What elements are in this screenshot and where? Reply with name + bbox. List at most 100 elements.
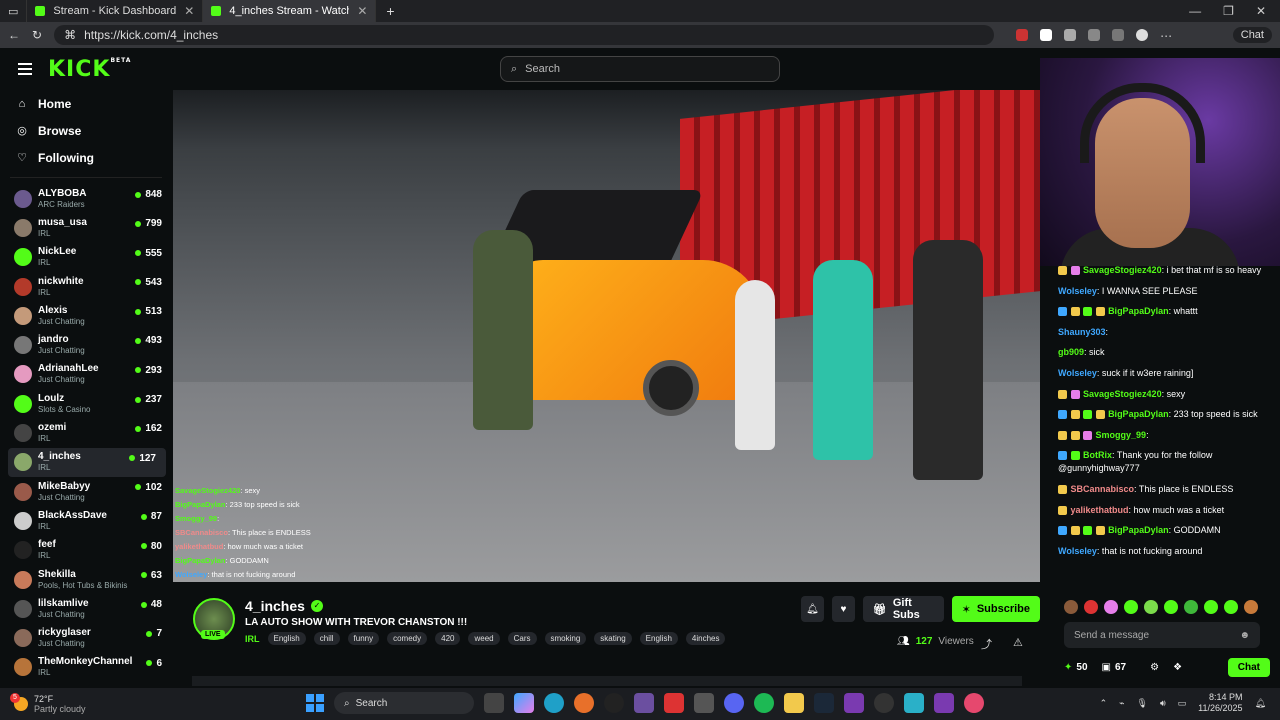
network-icon[interactable]: ⌁ [1119,698,1124,709]
app-icon[interactable] [874,693,894,713]
browser-tab-pinned[interactable]: ▭ [0,0,28,22]
chevron-up-icon[interactable]: ⌃ [1100,698,1108,709]
stream-tag[interactable]: English [639,632,678,645]
chat-username[interactable]: Wolseley [1058,368,1097,378]
chat-username[interactable]: yalikethatbud [1071,505,1129,515]
weather-widget[interactable]: 5 72°F Partly cloudy [0,693,200,714]
chat-username[interactable]: Shauny303 [1058,327,1106,337]
share-icon[interactable]: ⤴ [981,636,992,652]
profile-icon[interactable] [1136,29,1149,41]
chat-username[interactable]: SavageStogiez420 [1083,389,1162,399]
emote-icon[interactable] [1224,600,1238,614]
stream-tag[interactable]: weed [468,632,500,645]
sidebar-channel[interactable]: lilskamlive Just Chatting 48 [0,594,172,623]
sidebar-channel[interactable]: BlackAssDave IRL 87 [0,506,172,535]
emote-icon[interactable] [1104,600,1118,614]
extension-icon[interactable] [1016,29,1029,41]
extension-icon[interactable] [1064,29,1077,41]
map-pin-icon[interactable] [964,693,984,713]
report-icon[interactable]: ⚠ [1013,636,1023,649]
stream-tag[interactable]: 420 [435,632,461,645]
sidebar-channel[interactable]: NickLee IRL 555 [0,243,172,272]
sidebar-channel[interactable]: TheMonkeyChannel IRL 6 [0,653,172,682]
chat-username[interactable]: Smoggy_99 [1096,430,1147,440]
extension-icon[interactable] [1088,29,1101,41]
url-field[interactable]: ⌘ https://kick.com/4_inches [54,25,995,45]
emote-icon[interactable] [1064,600,1078,614]
new-tab-button[interactable]: + [376,3,404,19]
emote-icon[interactable] [1144,600,1158,614]
extension-icon[interactable] [1040,29,1053,41]
task-view-icon[interactable] [484,693,504,713]
chat-username[interactable]: gb909 [1058,347,1084,357]
sidebar-channel[interactable]: rickyglaser Just Chatting 7 [0,623,172,652]
sidebar-channel[interactable]: Loulz Slots & Casino 237 [0,389,172,418]
stream-tag[interactable]: smoking [544,632,587,645]
nav-browse[interactable]: ◎ Browse [0,117,172,144]
chat-username[interactable]: BigPapaDylan [1108,409,1169,419]
chat-stat[interactable]: ▣ 67 [1102,662,1127,673]
obs-icon[interactable] [604,693,624,713]
channel-points[interactable]: ✦ 50 [1064,662,1088,673]
stream-tag[interactable]: Cars [507,632,537,645]
sidebar-channel[interactable]: feef IRL 80 [0,536,172,565]
chat-username[interactable]: BigPapaDylan [1108,525,1169,535]
menu-icon[interactable] [18,63,32,75]
mic-icon[interactable]: 🎙︎ [1137,698,1148,709]
emote-icon[interactable] [1184,600,1198,614]
chat-username[interactable]: BigPapaDylan [1108,306,1169,316]
sidebar-channel[interactable]: AdrianahLee Just Chatting 293 [0,360,172,389]
fx-icon[interactable] [934,693,954,713]
app-icon[interactable] [844,693,864,713]
chat-username[interactable]: BotRix [1083,450,1112,460]
chat-username[interactable]: Wolseley [1058,286,1097,296]
notification-bell-button[interactable]: 🔔︎ [801,596,824,622]
start-icon[interactable] [306,694,324,712]
browser-tab-dashboard[interactable]: Stream - Kick Dashboard ✕ [27,0,204,22]
close-window-icon[interactable]: ✕ [1256,4,1266,18]
browser-tab-stream[interactable]: 4_inches Stream - Watch Live on Kick ✕ [203,0,377,22]
sidebar-channel[interactable]: musa_usa IRL 799 [0,213,172,242]
discord-icon[interactable] [724,693,744,713]
volume-icon[interactable]: 🔊︎ [1160,698,1166,709]
minimize-icon[interactable]: — [1189,4,1201,18]
stream-tag[interactable]: skating [594,632,632,645]
notifications-icon[interactable]: 🔔︎ [1255,698,1266,709]
emote-icon[interactable] [1204,600,1218,614]
search-input[interactable]: ⌕ Search [500,56,780,82]
sidebar-channel[interactable]: MikeBabyy Just Chatting 102 [0,477,172,506]
follow-button[interactable]: ♥ [831,596,855,622]
close-tab-icon[interactable]: ✕ [357,4,367,18]
reload-icon[interactable]: ↻ [32,28,42,42]
copilot-chat-button[interactable]: Chat [1232,27,1272,43]
subscribe-button[interactable]: ✶ Subscribe [951,596,1041,622]
favorites-icon[interactable] [1112,29,1125,41]
stream-tag[interactable]: chill [313,632,340,645]
restore-icon[interactable]: ❐ [1223,4,1234,18]
emote-icon[interactable] [1244,600,1258,614]
nav-home[interactable]: ⌂ Home [0,90,172,117]
send-chat-button[interactable]: Chat [1227,657,1270,677]
nav-following[interactable]: ♡ Following [0,144,172,171]
stream-tag[interactable]: comedy [387,632,428,645]
sidebar-channel[interactable]: jandro Just Chatting 493 [0,330,172,359]
app-icon[interactable] [904,693,924,713]
video-player[interactable]: SavageStogiez420: sexy BigPapaDylan: 233… [173,90,1040,582]
folder-icon[interactable] [784,693,804,713]
sidebar-channel[interactable]: 4_inches IRL 127 [8,447,166,477]
emote-icon[interactable] [1124,600,1138,614]
spotify-icon[interactable] [754,693,774,713]
sidebar-channel[interactable]: Alexis Just Chatting 513 [0,301,172,330]
emoji-icon[interactable]: ☻ [1239,630,1250,641]
sidebar-channel[interactable]: ozemi IRL 162 [0,418,172,447]
chat-username[interactable]: SavageStogiez420 [1083,265,1162,275]
taskbar-search[interactable]: ⌕ Search [334,692,474,714]
emote-icon[interactable] [1164,600,1178,614]
gift-subs-button[interactable]: 🎁︎ Gift Subs [862,596,944,622]
stream-tag[interactable]: English [267,632,306,645]
emote-picker-icon[interactable]: ❖ [1173,662,1182,673]
battery-icon[interactable]: ▭ [1178,698,1187,709]
sidebar-channel[interactable]: Shekilla Pools, Hot Tubs & Bikinis 63 [0,565,172,594]
gear-icon[interactable]: ⚙ [1150,662,1159,673]
chat-username[interactable]: SBCannabisco [1071,484,1135,494]
